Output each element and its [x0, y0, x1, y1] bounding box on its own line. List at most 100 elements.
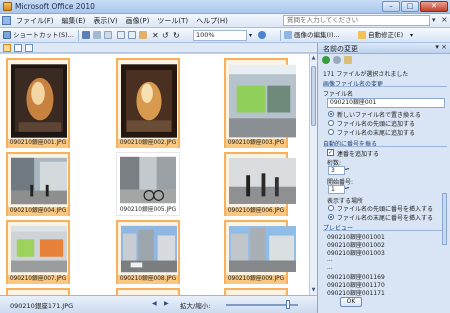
thumbnail-item[interactable]: 090210銀座008.JPG — [116, 220, 180, 284]
thumbnail-item[interactable]: 090210銀座004.JPG — [6, 152, 70, 216]
digits-stepper[interactable]: 3 — [328, 166, 350, 175]
thumbnail-item[interactable]: 090210銀座005.JPG — [116, 152, 180, 216]
preview-ellipsis: ... — [327, 256, 333, 263]
start-number-stepper[interactable]: 1 — [328, 185, 350, 194]
zoom-label: 拡大/縮小: — [180, 302, 211, 310]
minimize-button[interactable]: – — [382, 1, 400, 12]
home-icon[interactable] — [344, 56, 352, 64]
view-mode-bar — [0, 43, 317, 53]
number-start-label: ファイル名の先頭に番号を挿入する — [337, 206, 434, 213]
sequence-checkbox[interactable]: ✓ — [327, 149, 334, 156]
thumbnail-item[interactable]: 090210銀座006.JPG — [224, 152, 296, 216]
thumbnail-image — [229, 158, 296, 204]
thumbnail-image — [121, 64, 177, 138]
title-bar: Microsoft Office 2010 – □ ✕ — [0, 0, 450, 14]
divider — [323, 86, 447, 87]
print-icon[interactable] — [93, 31, 101, 39]
thumbnail-caption: 090210銀座009.JPG — [226, 275, 286, 284]
edit-image-button[interactable]: 画像の編集(I)... — [294, 30, 340, 41]
filmstrip-view-icon[interactable] — [14, 44, 22, 52]
prefix-radio[interactable] — [328, 120, 334, 126]
thumbnail-item[interactable]: 090210銀座007.JPG — [6, 220, 70, 284]
filename-input[interactable]: 090210銀座001 — [327, 98, 445, 108]
thumbnail-item[interactable]: 090210銀座009.JPG — [224, 220, 296, 284]
number-start-radio[interactable] — [328, 205, 334, 211]
replace-option-label: 新しいファイル名で置き換える — [337, 112, 421, 119]
preview-ellipsis: ... — [327, 264, 333, 271]
thumbnail-item[interactable] — [116, 288, 180, 295]
paste-icon[interactable] — [139, 31, 147, 39]
scrollbar-thumb[interactable] — [311, 66, 316, 126]
suffix-option-label: ファイル名の末尾に追加する — [337, 130, 416, 137]
preview-item: 090210銀座001171 — [327, 290, 385, 297]
thumbnail-item[interactable]: 090210銀座003.JPG — [224, 58, 296, 148]
divider — [323, 230, 447, 231]
thumbnail-item[interactable] — [224, 288, 288, 295]
window-controls: – □ ✕ — [382, 1, 448, 12]
menu-image[interactable]: 画像(P) — [122, 16, 154, 26]
cut-icon[interactable] — [117, 31, 125, 39]
thumbnail-item[interactable]: 090210銀座001.JPG — [6, 58, 70, 148]
toolbar-overflow-icon[interactable]: ▾ — [410, 30, 413, 41]
menu-view[interactable]: 表示(V) — [89, 16, 121, 26]
app-menu-icon[interactable] — [2, 16, 11, 25]
thumbnail-item[interactable]: 090210銀座002.JPG — [116, 58, 180, 148]
zoom-slider-handle[interactable] — [286, 300, 290, 309]
edit-image-icon — [284, 31, 292, 39]
single-view-icon[interactable] — [25, 44, 33, 52]
help-icon[interactable] — [258, 31, 266, 39]
scroll-down-icon[interactable]: ▼ — [310, 286, 317, 294]
preview-scrollbar[interactable] — [442, 193, 447, 245]
thumbnail-scrollbar[interactable]: ▲ ▼ — [309, 54, 317, 295]
preview-item: 090210銀座001003 — [327, 250, 385, 257]
close-icon[interactable]: × — [441, 15, 448, 24]
auto-fix-button[interactable]: 自動修正(E) — [368, 30, 403, 41]
thumbnail-image — [11, 225, 67, 273]
ok-button[interactable]: OK — [340, 297, 362, 307]
save-icon[interactable] — [82, 31, 90, 39]
maximize-button[interactable]: □ — [401, 1, 419, 12]
shortcut-button[interactable]: ショートカット(S)... — [13, 30, 74, 41]
chevron-down-icon[interactable]: ▾ — [432, 16, 436, 24]
copy-icon[interactable] — [128, 31, 136, 39]
forward-icon[interactable] — [333, 56, 341, 64]
toolbar-divider — [78, 30, 79, 41]
thumbnail-image — [120, 156, 176, 204]
status-bar: 090210銀座171.JPG ◀ ▶ 拡大/縮小: — [0, 295, 317, 313]
thumbnail-view-icon[interactable] — [3, 44, 11, 52]
pane-header: 名前の変更 ▾ × — [318, 43, 450, 54]
close-button[interactable]: ✕ — [420, 1, 448, 12]
filename-label: ファイル名 — [323, 91, 354, 98]
thumbnail-caption: 090210銀座003.JPG — [226, 139, 286, 148]
back-icon[interactable] — [322, 56, 330, 64]
previous-icon[interactable]: ◀ — [152, 300, 157, 307]
rotate-left-icon[interactable]: ↺ — [162, 30, 169, 41]
help-search-input[interactable]: 質問を入力してください — [283, 15, 430, 26]
menu-items: ファイル(F) 編集(E) 表示(V) 画像(P) ツール(T) ヘルプ(H) — [12, 16, 232, 26]
delete-icon[interactable]: ✕ — [152, 30, 159, 41]
pane-controls[interactable]: ▾ × — [435, 43, 447, 51]
window-title: Microsoft Office 2010 — [15, 2, 95, 11]
menu-help[interactable]: ヘルプ(H) — [192, 16, 232, 26]
prefix-option-label: ファイル名の先頭に追加する — [337, 121, 416, 128]
menu-edit[interactable]: 編集(E) — [58, 16, 90, 26]
thumbnail-image — [229, 64, 296, 138]
rotate-right-icon[interactable]: ↻ — [173, 30, 180, 41]
number-end-radio[interactable] — [328, 214, 334, 220]
zoom-select[interactable]: 100% — [193, 30, 247, 41]
thumbnail-caption: 090210銀座001.JPG — [8, 139, 68, 148]
replace-radio[interactable] — [328, 111, 334, 117]
thumbnail-item[interactable] — [6, 288, 70, 295]
next-icon[interactable]: ▶ — [164, 300, 169, 307]
thumbnail-caption: 090210銀座002.JPG — [118, 139, 178, 148]
mail-icon[interactable] — [104, 31, 112, 39]
zoom-dropdown-icon[interactable]: ▾ — [249, 30, 252, 41]
sequence-label: 連番を追加する — [337, 151, 380, 158]
menu-file[interactable]: ファイル(F) — [12, 16, 58, 26]
thumbnail-caption: 090210銀座007.JPG — [8, 275, 68, 284]
scroll-up-icon[interactable]: ▲ — [310, 54, 317, 62]
toolbar-divider-2 — [280, 30, 281, 41]
menu-tools[interactable]: ツール(T) — [153, 16, 192, 26]
thumbnail-image — [11, 64, 67, 138]
suffix-radio[interactable] — [328, 129, 334, 135]
